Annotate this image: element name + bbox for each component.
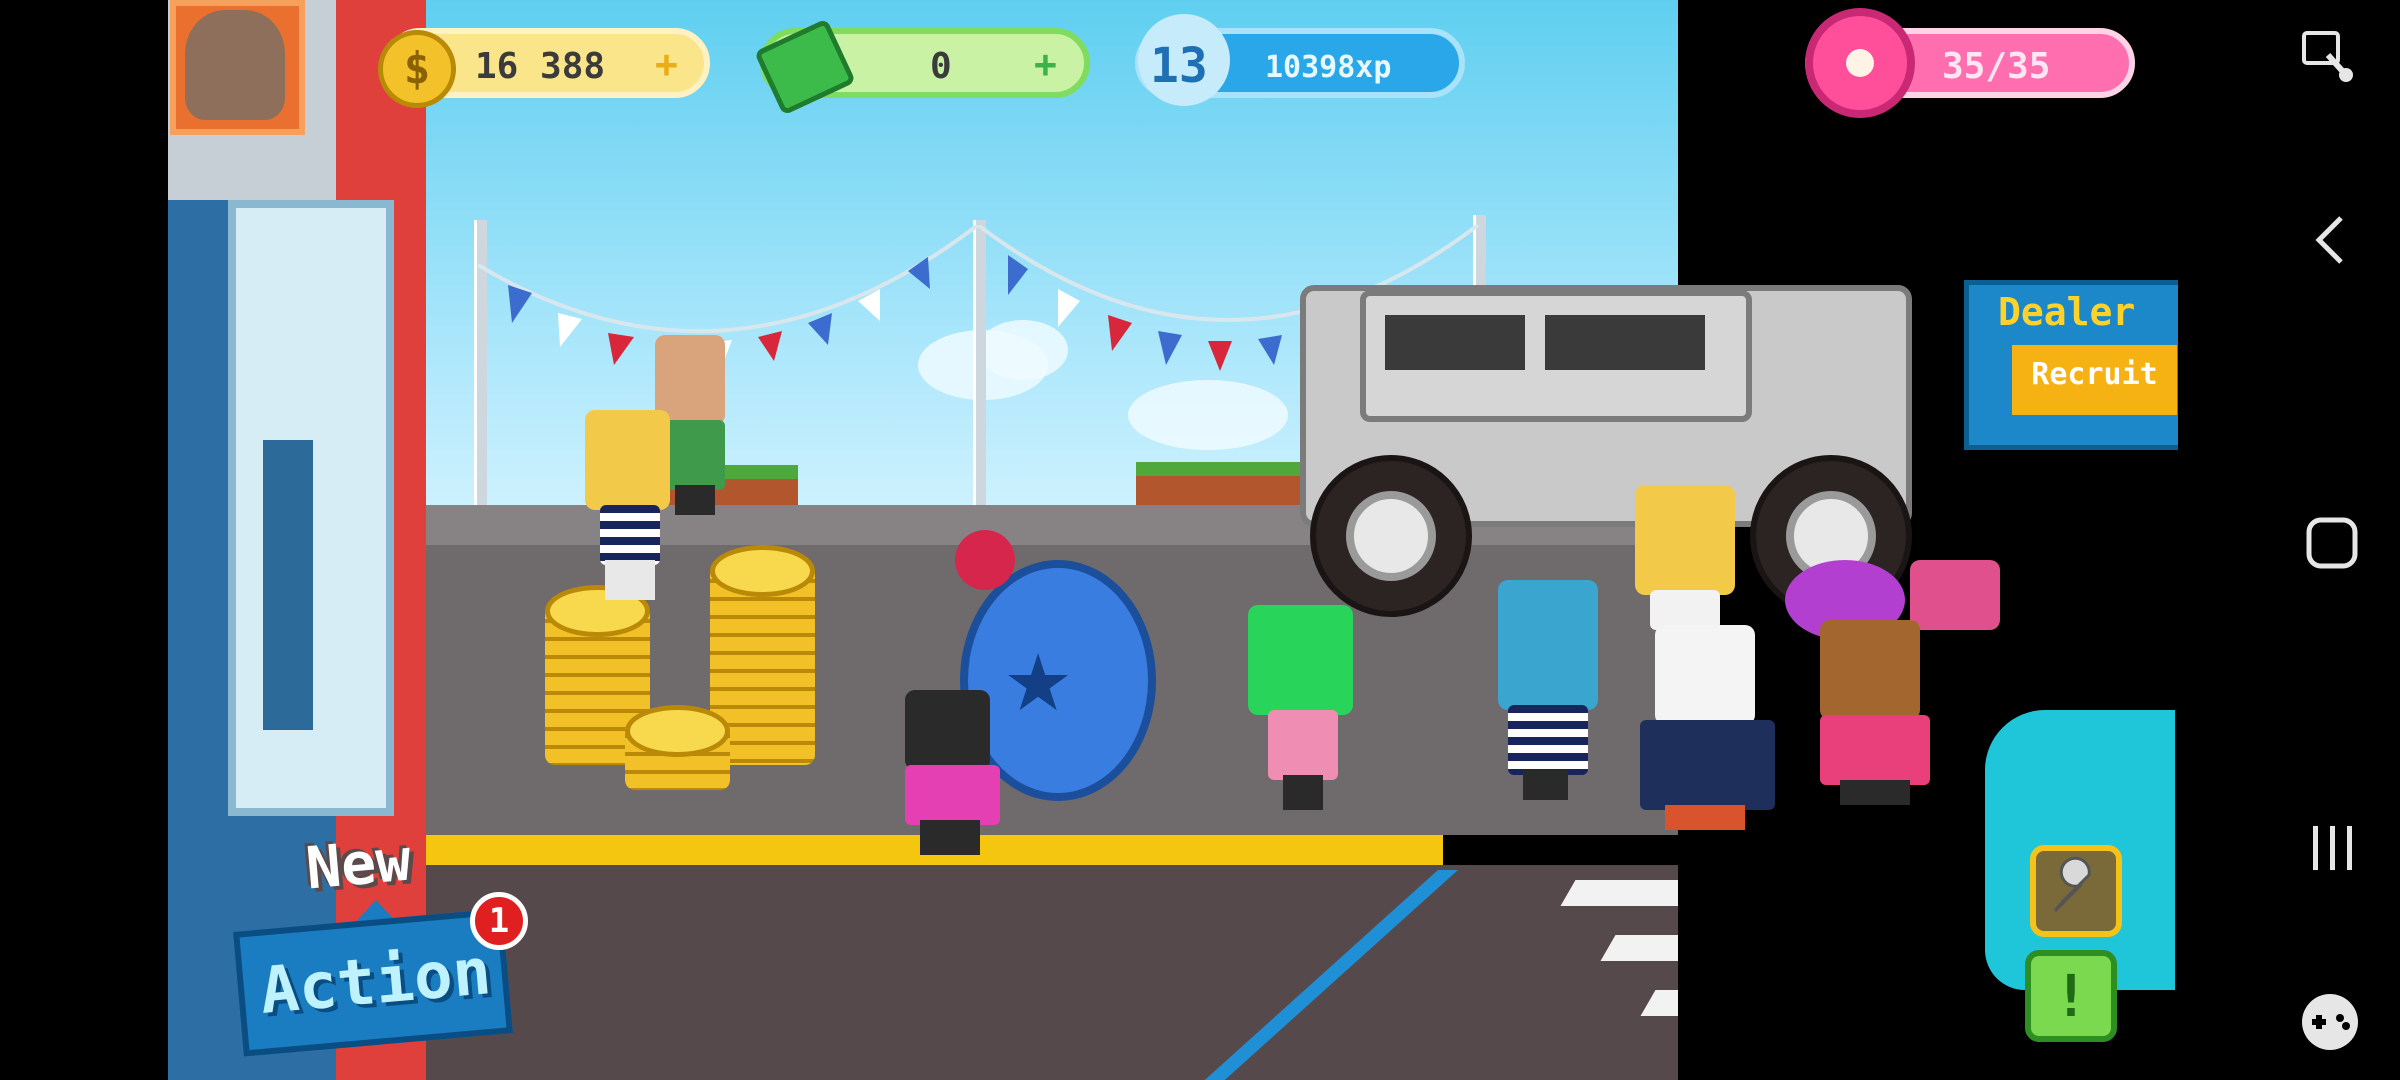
recruit-button[interactable]: Recruit <box>2012 345 2177 415</box>
back-icon[interactable] <box>2305 210 2355 274</box>
jeep-window <box>1385 315 1525 370</box>
coins-value: 16 388 <box>475 46 606 87</box>
dealer-title: Dealer <box>1998 290 2136 334</box>
home-icon[interactable] <box>2304 515 2360 575</box>
crosswalk-stripe <box>1600 935 1678 961</box>
system-nav-bar <box>2178 0 2400 1080</box>
dollar-coin-icon: $ <box>378 30 456 108</box>
coin-top <box>625 705 730 757</box>
cloud <box>1128 380 1288 450</box>
game-launcher-icon[interactable] <box>2298 990 2362 1058</box>
alert-button[interactable]: ! <box>2025 950 2117 1042</box>
add-coins-button[interactable]: + <box>655 42 678 86</box>
cash-value: 0 <box>930 46 952 87</box>
energy-value: 35/35 <box>1942 46 2051 87</box>
notification-badge: 1 <box>470 892 528 950</box>
new-label: New <box>303 825 414 903</box>
crosswalk-stripe <box>1560 880 1678 906</box>
wrench-button[interactable] <box>2030 845 2122 937</box>
level-value: 13 <box>1150 38 1208 94</box>
jeep-wheel <box>1310 455 1472 617</box>
planter <box>1136 462 1306 506</box>
wrench-icon <box>2053 856 2091 913</box>
donut-icon <box>1805 8 1915 118</box>
left-building-door <box>263 440 313 730</box>
exclamation-icon: ! <box>2053 962 2089 1030</box>
jeep-window <box>1545 315 1705 370</box>
avatar-pet-icon <box>185 10 285 120</box>
screenshot-icon[interactable] <box>2298 25 2358 89</box>
xp-value: 10398xp <box>1265 50 1392 85</box>
recents-icon[interactable] <box>2305 820 2361 880</box>
coin-top <box>710 545 815 597</box>
add-cash-button[interactable]: + <box>1034 42 1057 86</box>
star-icon: ★ <box>1005 609 1072 737</box>
